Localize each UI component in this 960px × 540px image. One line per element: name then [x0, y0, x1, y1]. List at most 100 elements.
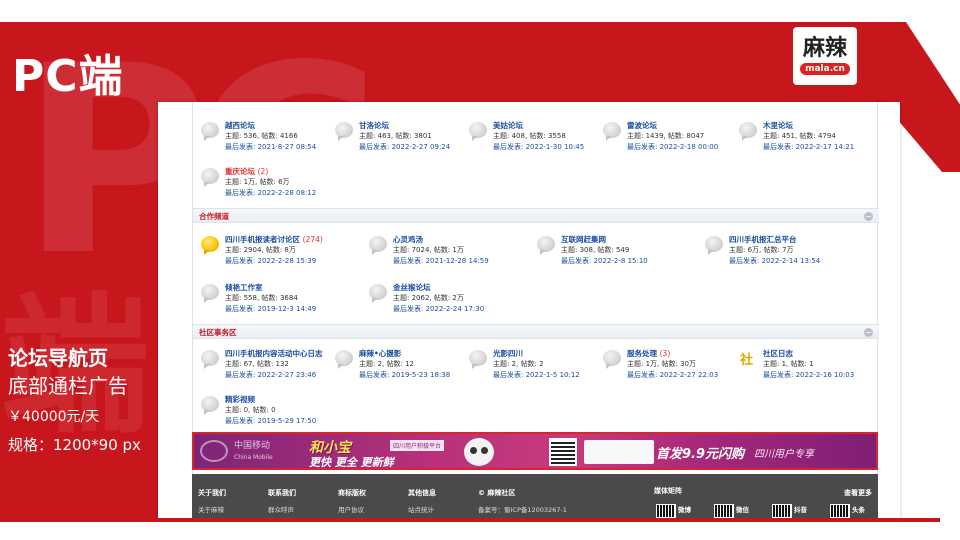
forum-bubble-icon: [335, 350, 353, 366]
forum-stats: 主题: 1万, 帖数: 30万: [627, 360, 696, 368]
forum-last-post[interactable]: 最后发表: 2022-2-18 00:00: [627, 142, 718, 152]
forum-last-post[interactable]: 最后发表: 2021-12-28 14:59: [393, 256, 489, 266]
forum-bubble-icon: [739, 122, 757, 138]
forum-bubble-icon: [201, 168, 219, 184]
forum-name-link[interactable]: 甘洛论坛: [359, 120, 389, 131]
forum-stats: 主题: 463, 帖数: 3801: [359, 132, 432, 140]
forum-last-post[interactable]: 最后发表: 2022-2-27 09:24: [359, 142, 450, 152]
forum-stats: 主题: 2062, 帖数: 2万: [393, 294, 464, 302]
banner-brand-en: China Mobile: [234, 454, 273, 461]
forum-stats: 主题: 7024, 帖数: 1万: [393, 246, 464, 254]
footer-about[interactable]: 关于我们: [198, 488, 226, 498]
forum-bubble-icon: [537, 236, 555, 252]
footer-contact[interactable]: 联系我们: [268, 488, 296, 498]
community-she-icon: 社: [740, 353, 754, 368]
forum-name-link[interactable]: 重庆论坛 (2): [225, 166, 268, 177]
wechat-qr-icon: [714, 504, 734, 518]
forum-stats: 主题: 2904, 帖数: 8万: [225, 246, 296, 254]
forum-bubble-icon: [469, 350, 487, 366]
qr-label: 头条: [852, 504, 865, 514]
footer-about-link[interactable]: 关于麻辣: [198, 504, 224, 514]
banner-info-box: [584, 440, 654, 464]
footer-other[interactable]: 其他信息: [408, 488, 436, 498]
forum-name-link[interactable]: 心灵鸡汤: [393, 234, 423, 245]
ad-spec: 规格：1200*90 px: [8, 436, 141, 454]
site-footer: 关于我们 关于麻辣 联系我们 群众呼声 商标版权 用户协议 其他信息 站点统计 …: [192, 474, 878, 520]
forum-stats: 主题: 536, 帖数: 4166: [225, 132, 298, 140]
forum-stats: 主题: 67, 帖数: 132: [225, 360, 289, 368]
forum-last-post[interactable]: 最后发表: 2022-2-28 15:39: [225, 256, 316, 266]
weibo-qr-icon: [656, 504, 676, 518]
forum-name-link[interactable]: 四川手机报内容活动中心日志: [225, 348, 323, 359]
forum-bubble-icon: [603, 122, 621, 138]
forum-last-post[interactable]: 最后发表: 2019-5-23 18:38: [359, 370, 450, 380]
forum-name-link[interactable]: 服务处理 (3): [627, 348, 670, 359]
forum-name-link[interactable]: 金丝猴论坛: [393, 282, 431, 293]
forum-name-text[interactable]: 四川手机报读者讨论区: [225, 235, 300, 244]
forum-name-link[interactable]: 倾艳工作室: [225, 282, 263, 293]
footer-media-title: 媒体矩阵: [654, 487, 682, 495]
forum-bubble-icon: [469, 122, 487, 138]
forum-name-link[interactable]: 四川手机报读者讨论区 (274): [225, 234, 323, 245]
forum-stats: 主题: 1, 帖数: 1: [763, 360, 814, 368]
footer-contact-link[interactable]: 群众呼声: [268, 504, 294, 514]
forum-last-post[interactable]: 最后发表: 2022-2-24 17:30: [393, 304, 484, 314]
forum-bubble-new-icon: [201, 236, 219, 252]
forum-last-post[interactable]: 最后发表: 2022-2-14 13:54: [729, 256, 820, 266]
forum-name-link[interactable]: 精彩视频: [225, 394, 255, 405]
forum-last-post[interactable]: 最后发表: 2021-8-27 08:54: [225, 142, 316, 152]
banner-brand-cn: 中国移动: [234, 441, 271, 451]
forum-last-post[interactable]: 最后发表: 2022-2-8 15:10: [561, 256, 648, 266]
ad-price: ￥40000元/天: [8, 409, 100, 425]
qr-label: 抖音: [794, 504, 807, 514]
new-post-count: (274): [302, 235, 323, 244]
forum-name-text[interactable]: 服务处理: [627, 349, 657, 358]
forum-name-link[interactable]: 光影四川: [493, 348, 523, 359]
forum-name-link[interactable]: 木里论坛: [763, 120, 793, 131]
forum-name-link[interactable]: 社区日志: [763, 348, 793, 359]
forum-name-link[interactable]: 互联网赶集网: [561, 234, 606, 245]
forum-bubble-icon: [603, 350, 621, 366]
footer-stats-link[interactable]: 站点统计: [408, 504, 434, 514]
douyin-qr-icon: [772, 504, 792, 518]
forum-stats: 主题: 2, 帖数: 12: [359, 360, 414, 368]
forum-name-text[interactable]: 重庆论坛: [225, 167, 255, 176]
slide: PC 端 PC端 论坛导航页 底部通栏广告 ￥40000元/天 规格：1200*…: [0, 0, 960, 540]
forum-last-post[interactable]: 最后发表: 2022-2-27 22:03: [627, 370, 718, 380]
forum-name-link[interactable]: 美姑论坛: [493, 120, 523, 131]
collapse-icon[interactable]: −: [864, 328, 873, 337]
forum-last-post[interactable]: 最后发表: 2022-2-17 14:21: [763, 142, 854, 152]
forum-last-post[interactable]: 最后发表: 2022-2-27 23:46: [225, 370, 316, 380]
banner-slogan: 更快 更全 更新鲜: [309, 456, 394, 469]
forum-stats: 主题: 558, 帖数: 3684: [225, 294, 298, 302]
section-title: 合作频道: [199, 212, 229, 221]
china-mobile-logo-icon: [200, 440, 228, 462]
bottom-banner-ad[interactable]: 中国移动 China Mobile 和小宝 更快 更全 更新鲜 四川用户积极平台…: [192, 432, 878, 470]
section-title: 社区事务区: [199, 328, 237, 337]
forum-last-post[interactable]: 最后发表: 2022-2-28 08:12: [225, 188, 316, 198]
forum-name-link[interactable]: 越西论坛: [225, 120, 255, 131]
forum-stats: 主题: 1万, 帖数: 6万: [225, 178, 290, 186]
forum-name-link[interactable]: 麻辣•心摄影: [359, 348, 401, 359]
footer-copyright[interactable]: 商标版权: [338, 488, 366, 498]
section-header-partner[interactable]: 合作频道 −: [193, 208, 879, 223]
toutiao-qr-icon: [830, 504, 850, 518]
forum-name-link[interactable]: 四川手机报汇总平台: [729, 234, 797, 245]
forum-last-post[interactable]: 最后发表: 2022-2-16 10:03: [763, 370, 854, 380]
forum-last-post[interactable]: 最后发表: 2019-12-3 14:49: [225, 304, 316, 314]
ad-page-name: 论坛导航页: [8, 346, 108, 370]
forum-last-post[interactable]: 最后发表: 2022-1-30 10:45: [493, 142, 584, 152]
section-header-community[interactable]: 社区事务区 −: [193, 324, 879, 339]
forum-bubble-icon: [201, 350, 219, 366]
forum-last-post[interactable]: 最后发表: 2022-1-5 10:12: [493, 370, 580, 380]
forum-stats: 主题: 308, 帖数: 549: [561, 246, 630, 254]
forum-name-link[interactable]: 雷波论坛: [627, 120, 657, 131]
mala-logo: 麻辣 mala.cn: [793, 27, 857, 85]
footer-agreement-link[interactable]: 用户协议: [338, 504, 364, 514]
forum-stats: 主题: 0, 帖数: 0: [225, 406, 276, 414]
forum-last-post[interactable]: 最后发表: 2019-5-29 17:50: [225, 416, 316, 426]
collapse-icon[interactable]: −: [864, 212, 873, 221]
footer-icp[interactable]: 备案号：蜀ICP备12003267-1: [478, 504, 567, 514]
forum-bubble-icon: [201, 122, 219, 138]
footer-more-link[interactable]: 查看更多: [844, 488, 872, 498]
